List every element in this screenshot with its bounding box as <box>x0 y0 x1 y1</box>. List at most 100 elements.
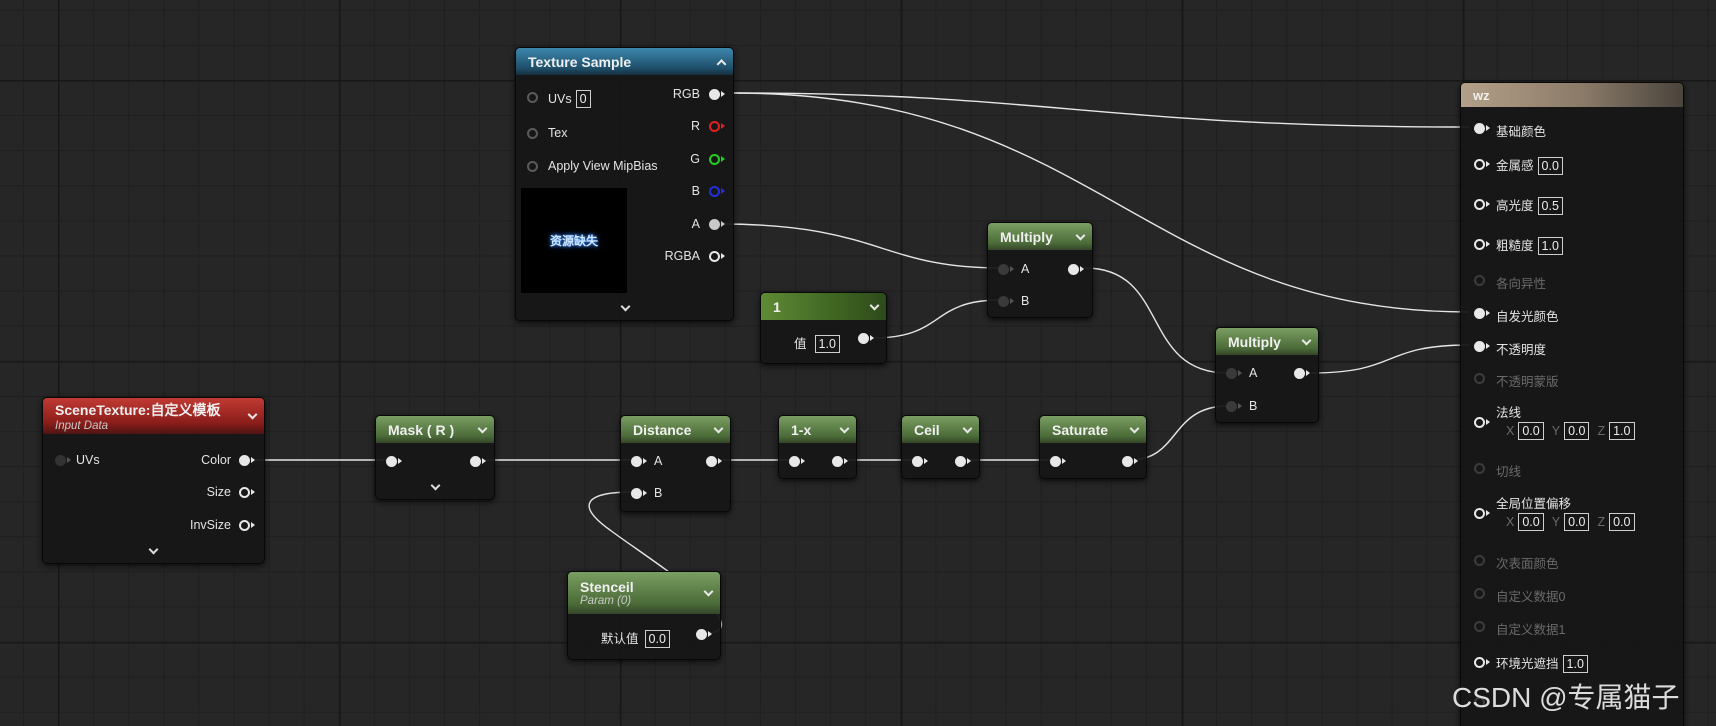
one-minus-node[interactable]: 1-x <box>778 415 857 479</box>
b-input-pin[interactable] <box>631 488 642 499</box>
collapse-chevron-icon[interactable] <box>477 423 488 434</box>
invsize-output-pin[interactable] <box>239 520 250 531</box>
collapse-chevron-icon[interactable] <box>839 423 850 434</box>
scene-texture-header[interactable]: SceneTexture:自定义模板 Input Data <box>43 398 264 434</box>
metallic-pin[interactable] <box>1474 159 1485 170</box>
value-field[interactable]: 1.0 <box>814 335 840 353</box>
normal-pin[interactable] <box>1474 417 1485 428</box>
ao-pin[interactable] <box>1474 657 1485 668</box>
expand-chevron-icon[interactable] <box>148 544 159 555</box>
base-color-pin[interactable] <box>1474 123 1485 134</box>
output-pin[interactable] <box>858 333 869 344</box>
collapse-chevron-icon[interactable] <box>716 58 727 69</box>
collapse-chevron-icon[interactable] <box>1075 230 1086 241</box>
expand-chevron-icon[interactable] <box>620 301 631 312</box>
g-output-pin[interactable] <box>709 154 720 165</box>
wpo-pin[interactable] <box>1474 508 1485 519</box>
multiply-header[interactable]: Multiply <box>1216 328 1318 355</box>
color-output-pin[interactable] <box>239 455 250 466</box>
expand-chevron-icon[interactable] <box>430 480 441 491</box>
output-pin[interactable] <box>706 456 717 467</box>
mask-node[interactable]: Mask ( R ) <box>375 415 495 500</box>
r-output-pin[interactable] <box>709 121 720 132</box>
roughness-value-field[interactable]: 1.0 <box>1537 237 1563 255</box>
custom1-pin[interactable] <box>1474 621 1485 632</box>
material-result-node[interactable]: wz 基础颜色 金属感 0.0 高光度 0.5 粗糙度 1.0 各向异性 自发光颜色 … <box>1460 82 1684 726</box>
material-header[interactable]: wz <box>1461 83 1683 107</box>
collapse-chevron-icon[interactable] <box>869 300 880 311</box>
multiply-header[interactable]: Multiply <box>988 223 1092 250</box>
collapse-chevron-icon[interactable] <box>713 423 724 434</box>
specular-value-field[interactable]: 0.5 <box>1537 197 1563 215</box>
constant-header[interactable]: 1 <box>761 293 886 320</box>
wire-constant-to-multiply1 <box>872 299 1001 339</box>
output-pin[interactable] <box>832 456 843 467</box>
emissive-pin[interactable] <box>1474 308 1485 319</box>
opacity-pin[interactable] <box>1474 341 1485 352</box>
collapse-chevron-icon[interactable] <box>1301 335 1312 346</box>
mipbias-input-pin[interactable] <box>527 161 538 172</box>
stencil-param-node[interactable]: Stenceil Param (0) 默认值 0.0 <box>567 571 721 660</box>
input-pin[interactable] <box>1050 456 1061 467</box>
b-input-pin[interactable] <box>1226 401 1237 412</box>
normal-y-field[interactable]: 0.0 <box>1564 422 1590 440</box>
ceil-header[interactable]: Ceil <box>902 416 979 443</box>
wpo-z-field[interactable]: 0.0 <box>1609 513 1635 531</box>
collapse-chevron-icon[interactable] <box>703 586 714 597</box>
scene-texture-node[interactable]: SceneTexture:自定义模板 Input Data UVs Color … <box>42 397 265 564</box>
ceil-node[interactable]: Ceil <box>901 415 980 479</box>
b-input-label: B <box>1021 294 1030 308</box>
normal-z-field[interactable]: 1.0 <box>1609 422 1635 440</box>
collapse-chevron-icon[interactable] <box>247 409 258 420</box>
distance-node[interactable]: Distance A B <box>620 415 731 512</box>
collapse-chevron-icon[interactable] <box>962 423 973 434</box>
tex-input-pin[interactable] <box>527 128 538 139</box>
roughness-pin[interactable] <box>1474 239 1485 250</box>
rgb-output-pin[interactable] <box>709 89 720 100</box>
mask-header[interactable]: Mask ( R ) <box>376 416 494 443</box>
metallic-value-field[interactable]: 0.0 <box>1537 157 1563 175</box>
input-pin[interactable] <box>912 456 923 467</box>
uvs-input-pin[interactable] <box>55 455 66 466</box>
stencil-header[interactable]: Stenceil Param (0) <box>568 572 720 614</box>
uvs-input-pin[interactable] <box>527 92 538 103</box>
one-minus-header[interactable]: 1-x <box>779 416 856 443</box>
texture-sample-node[interactable]: Texture Sample UVs 0 Tex Apply View MipBi… <box>515 47 734 321</box>
multiply-node-1[interactable]: Multiply A B <box>987 222 1093 318</box>
output-pin[interactable] <box>696 629 707 640</box>
input-pin[interactable] <box>789 456 800 467</box>
a-output-pin[interactable] <box>709 219 720 230</box>
multiply-node-2[interactable]: Multiply A B <box>1215 327 1319 423</box>
default-value-field[interactable]: 0.0 <box>644 630 670 648</box>
output-pin[interactable] <box>1122 456 1133 467</box>
saturate-header[interactable]: Saturate <box>1040 416 1146 443</box>
specular-pin[interactable] <box>1474 199 1485 210</box>
ao-value-field[interactable]: 1.0 <box>1562 655 1588 673</box>
distance-header[interactable]: Distance <box>621 416 730 443</box>
output-pin[interactable] <box>1294 368 1305 379</box>
opacity-mask-pin[interactable] <box>1474 373 1485 384</box>
a-input-pin[interactable] <box>1226 368 1237 379</box>
output-pin[interactable] <box>955 456 966 467</box>
collapse-chevron-icon[interactable] <box>1129 423 1140 434</box>
output-pin[interactable] <box>470 456 481 467</box>
a-input-pin[interactable] <box>998 264 1009 275</box>
input-pin[interactable] <box>386 456 397 467</box>
tangent-pin[interactable] <box>1474 463 1485 474</box>
size-output-pin[interactable] <box>239 487 250 498</box>
a-input-pin[interactable] <box>631 456 642 467</box>
output-pin[interactable] <box>1068 264 1079 275</box>
b-output-pin[interactable] <box>709 186 720 197</box>
normal-x-field[interactable]: 0.0 <box>1518 422 1544 440</box>
subsurface-pin[interactable] <box>1474 555 1485 566</box>
uvs-value-field[interactable]: 0 <box>575 90 591 108</box>
b-input-pin[interactable] <box>998 296 1009 307</box>
wpo-x-field[interactable]: 0.0 <box>1518 513 1544 531</box>
constant-node[interactable]: 1 值 1.0 <box>760 292 887 364</box>
custom0-pin[interactable] <box>1474 588 1485 599</box>
rgba-output-pin[interactable] <box>709 251 720 262</box>
texture-sample-header[interactable]: Texture Sample <box>516 48 733 75</box>
wpo-y-field[interactable]: 0.0 <box>1564 513 1590 531</box>
saturate-node[interactable]: Saturate <box>1039 415 1147 479</box>
anisotropy-pin[interactable] <box>1474 275 1485 286</box>
